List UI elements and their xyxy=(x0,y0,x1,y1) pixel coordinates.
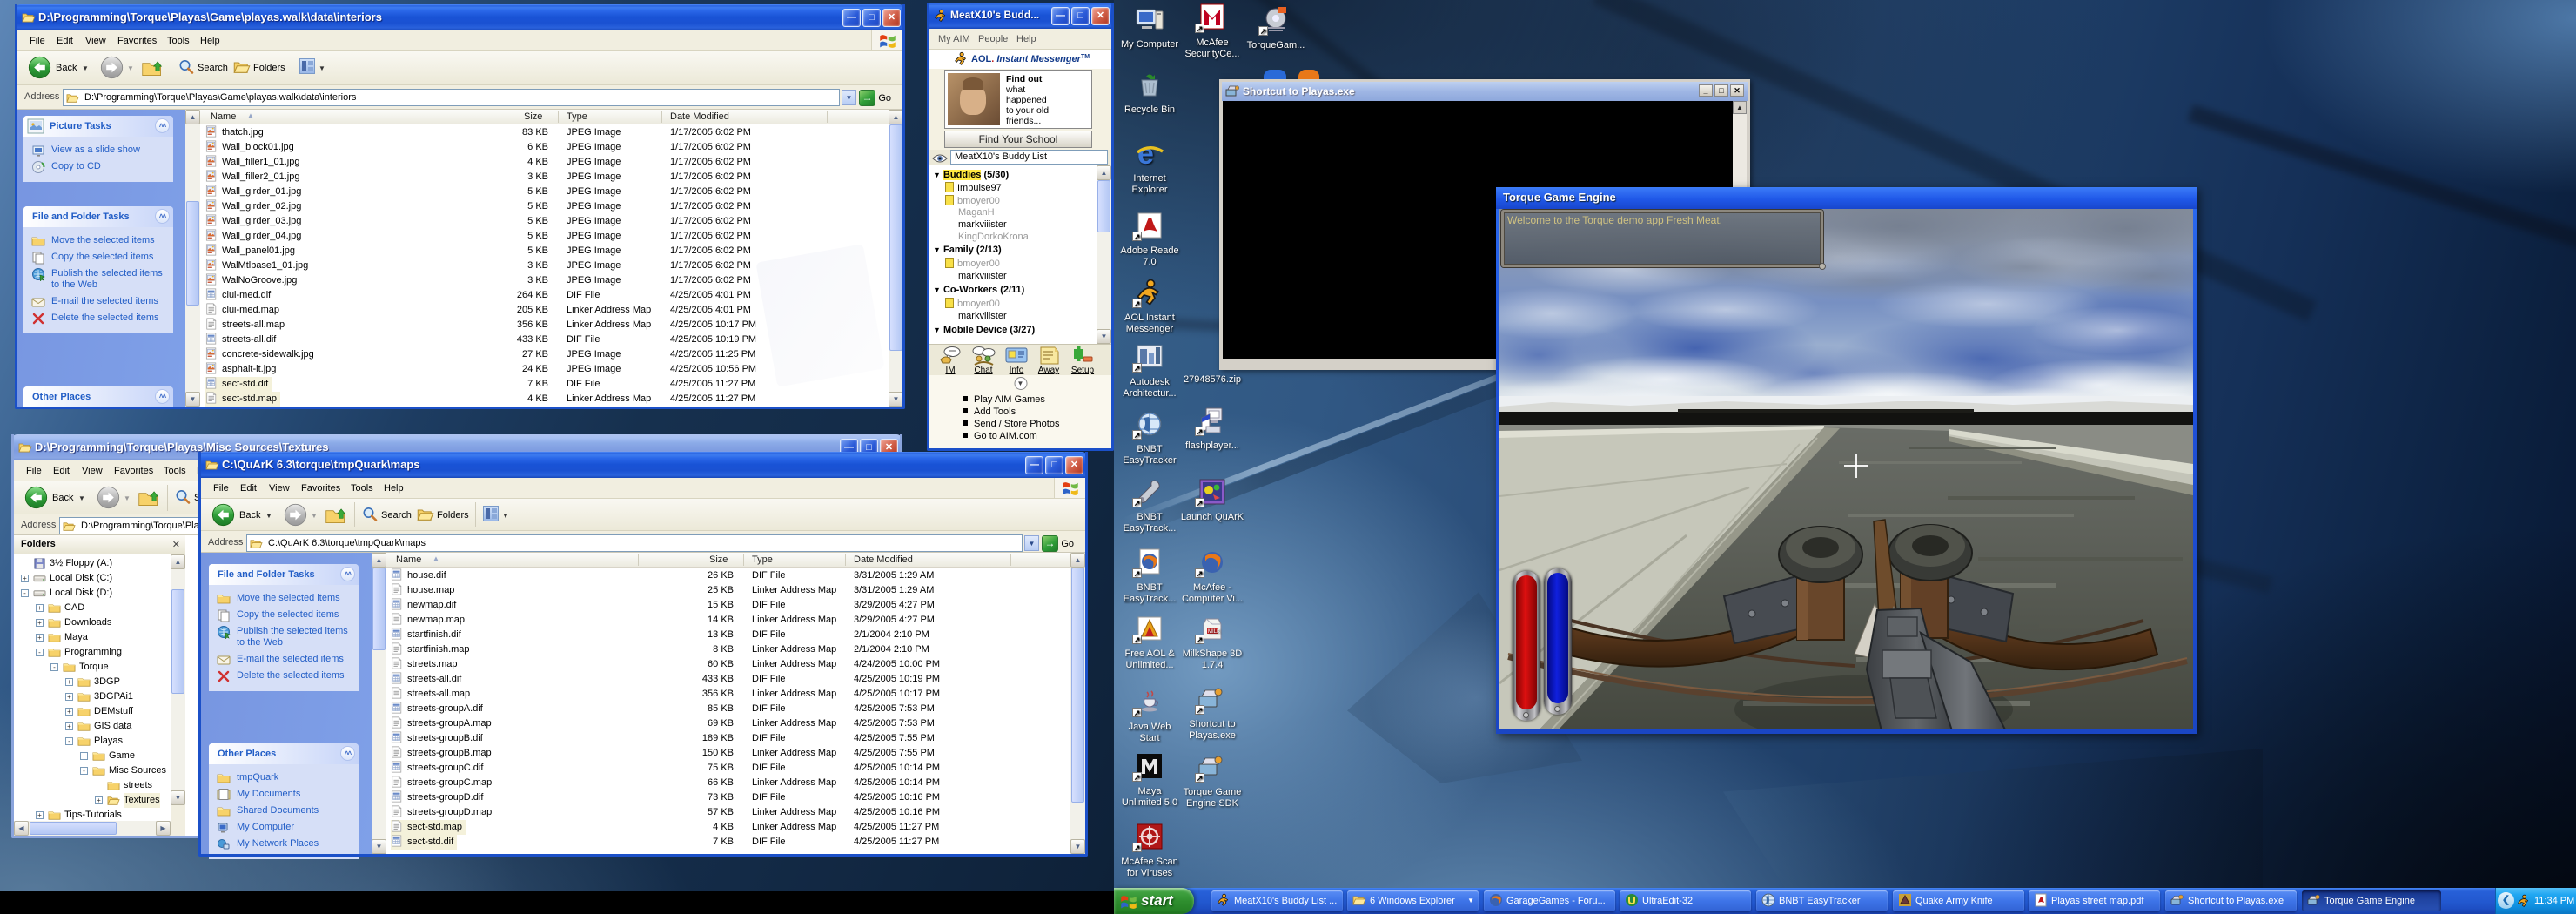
svg-text:MILK: MILK xyxy=(1208,629,1220,635)
svg-text:e: e xyxy=(1137,138,1154,168)
